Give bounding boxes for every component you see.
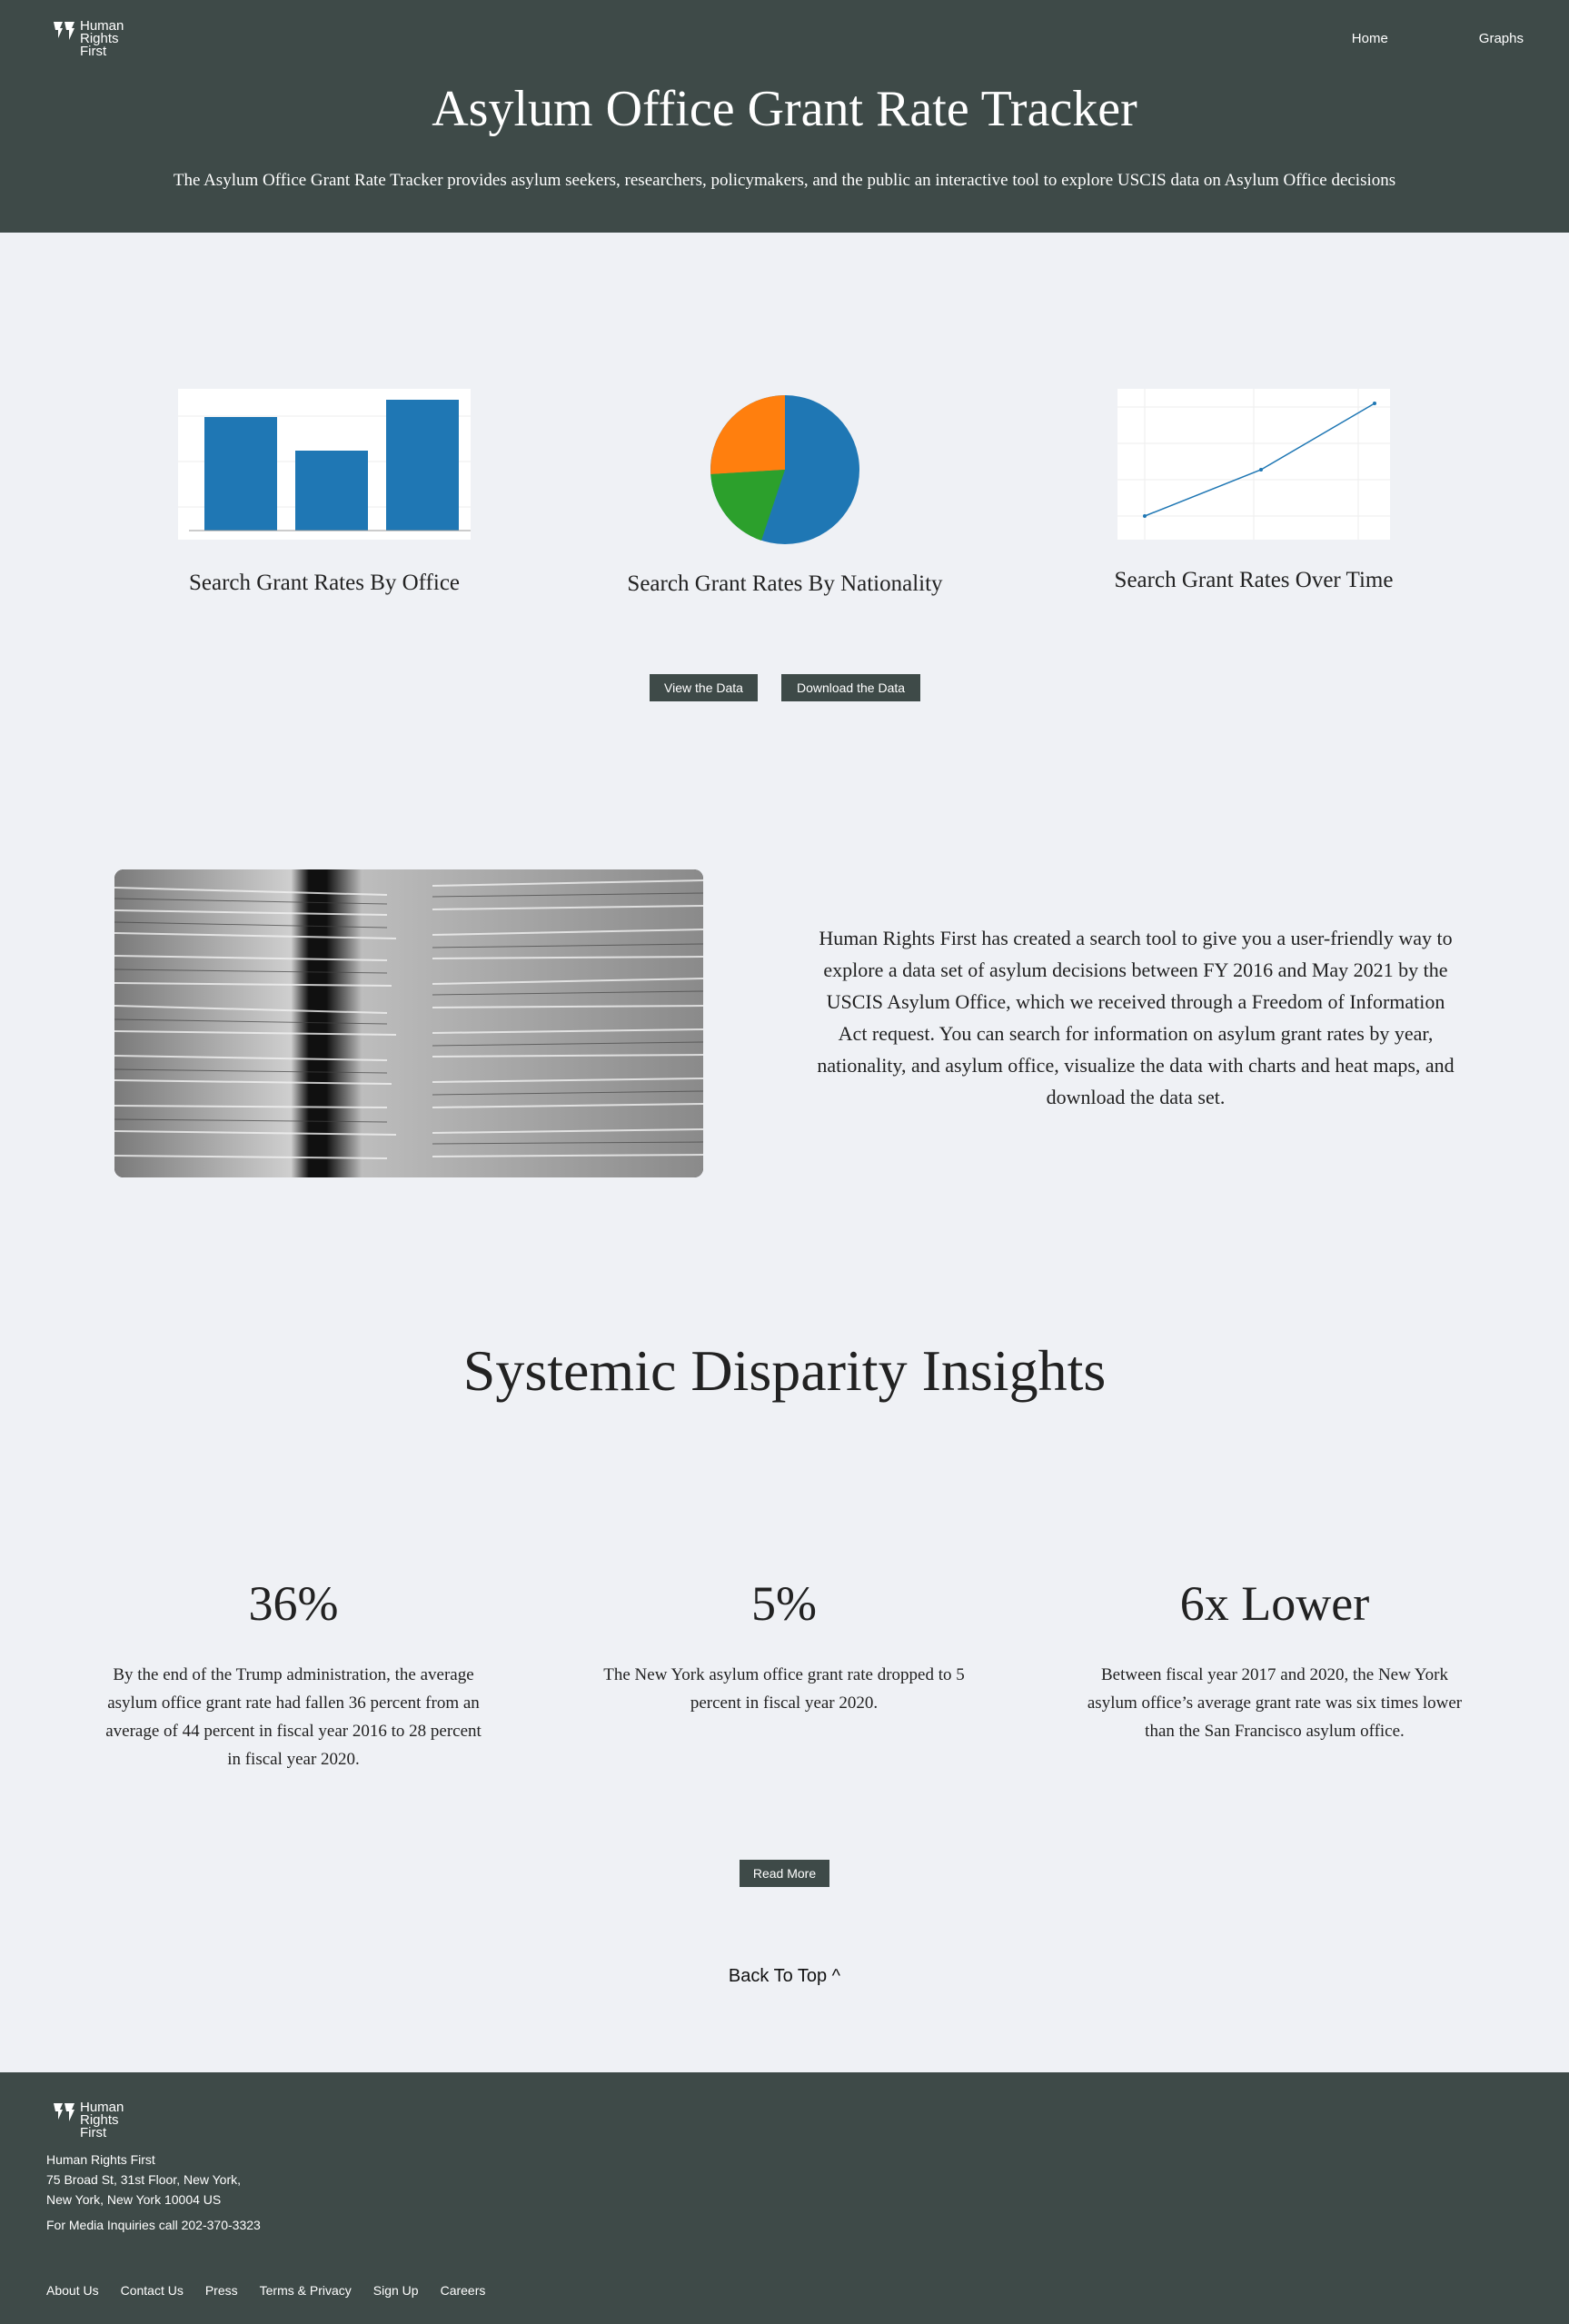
feature-label-office[interactable]: Search Grant Rates By Office <box>143 571 506 596</box>
footer-link-press[interactable]: Press <box>205 2283 238 2298</box>
footer-link-careers[interactable]: Careers <box>441 2283 486 2298</box>
page-subtitle: The Asylum Office Grant Rate Tracker pro… <box>173 171 1396 190</box>
hrf-logo[interactable]: Human Rights First <box>53 19 124 59</box>
footer-link-terms[interactable]: Terms & Privacy <box>260 2283 352 2298</box>
footer-link-signup[interactable]: Sign Up <box>373 2283 419 2298</box>
footer-link-contact[interactable]: Contact Us <box>121 2283 184 2298</box>
footer-org-name: Human Rights First <box>46 2152 155 2167</box>
bar-chart-thumbnail[interactable] <box>178 389 471 540</box>
footer-link-about[interactable]: About Us <box>46 2283 99 2298</box>
footer-address-line-1: 75 Broad St, 31st Floor, New York, <box>46 2172 242 2187</box>
logo-wordmark: Human Rights First <box>80 19 124 59</box>
stacked-files-photo <box>114 869 703 1177</box>
pie-chart-icon <box>710 395 859 544</box>
bar-chart-icon <box>178 400 471 531</box>
footer-contact-info: Human Rights First 75 Broad St, 31st Flo… <box>46 2150 261 2235</box>
hero-header: Human Rights First Home Graphs Asylum Of… <box>0 0 1569 233</box>
logo-line-3: First <box>80 2125 107 2140</box>
stat-card: 6x Lower Between fiscal year 2017 and 20… <box>1079 1572 1470 1745</box>
stat-value: 6x Lower <box>1179 1576 1370 1631</box>
read-more-button[interactable]: Read More <box>740 1860 829 1887</box>
stat-description: Between fiscal year 2017 and 2020, the N… <box>1087 1665 1463 1741</box>
back-to-top-link[interactable]: Back To Top ^ <box>0 1966 1569 1987</box>
logo-line-3: First <box>80 44 107 59</box>
hrf-logo-icon <box>54 22 74 40</box>
line-chart-icon <box>1117 389 1390 540</box>
feature-label-time[interactable]: Search Grant Rates Over Time <box>1072 568 1435 593</box>
insights-title: Systemic Disparity Insights <box>462 1338 1107 1403</box>
site-footer: Human Rights First Human Rights First 75… <box>0 2072 1569 2324</box>
logo-wordmark: Human Rights First <box>80 2101 124 2140</box>
stat-description: By the end of the Trump administration, … <box>105 1665 482 1769</box>
stat-card: 36% By the end of the Trump administrati… <box>100 1572 487 1773</box>
footer-links: About Us Contact Us Press Terms & Privac… <box>46 2283 485 2298</box>
footer-hrf-logo[interactable]: Human Rights First <box>53 2101 124 2140</box>
page-title: Asylum Office Grant Rate Tracker <box>432 81 1137 137</box>
line-chart-thumbnail[interactable] <box>1117 389 1390 540</box>
stat-card: 5% The New York asylum office grant rate… <box>591 1572 978 1717</box>
stat-value: 36% <box>248 1576 339 1631</box>
top-nav: Home Graphs <box>1352 31 1524 46</box>
hrf-logo-icon <box>54 2103 74 2121</box>
intro-paragraph: Human Rights First has created a search … <box>817 927 1455 1108</box>
stacked-files-image <box>114 869 703 1177</box>
pie-chart-thumbnail[interactable] <box>710 394 860 545</box>
nav-home-link[interactable]: Home <box>1352 31 1388 46</box>
footer-address-line-2: New York, New York 10004 US <box>46 2192 222 2207</box>
stat-value: 5% <box>751 1576 817 1631</box>
download-data-button[interactable]: Download the Data <box>781 674 920 701</box>
stat-description: The New York asylum office grant rate dr… <box>603 1665 965 1713</box>
feature-label-nationality[interactable]: Search Grant Rates By Nationality <box>603 571 967 597</box>
view-data-button[interactable]: View the Data <box>650 674 758 701</box>
footer-media-contact: For Media Inquiries call 202-370-3323 <box>46 2218 261 2232</box>
nav-graphs-link[interactable]: Graphs <box>1479 31 1524 46</box>
